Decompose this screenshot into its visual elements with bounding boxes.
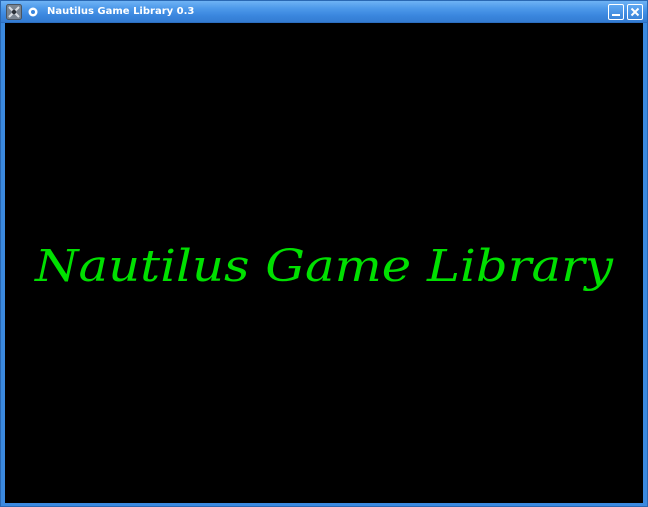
title-bar[interactable]: Nautilus Game Library 0.3: [1, 1, 647, 23]
minimize-icon: [612, 14, 620, 16]
window-title: Nautilus Game Library 0.3: [47, 6, 195, 17]
game-canvas[interactable]: Nautilus Game Library: [5, 23, 643, 503]
close-icon: [630, 7, 640, 17]
app-icon[interactable]: [6, 4, 22, 20]
splash-screen: Nautilus Game Library: [34, 241, 614, 292]
minimize-button[interactable]: [608, 4, 624, 20]
close-button[interactable]: [627, 4, 643, 20]
window-menu-icon[interactable]: [27, 6, 39, 18]
splash-title: Nautilus Game Library: [34, 241, 614, 292]
app-window: Nautilus Game Library 0.3 Nautilus Game …: [0, 0, 648, 507]
